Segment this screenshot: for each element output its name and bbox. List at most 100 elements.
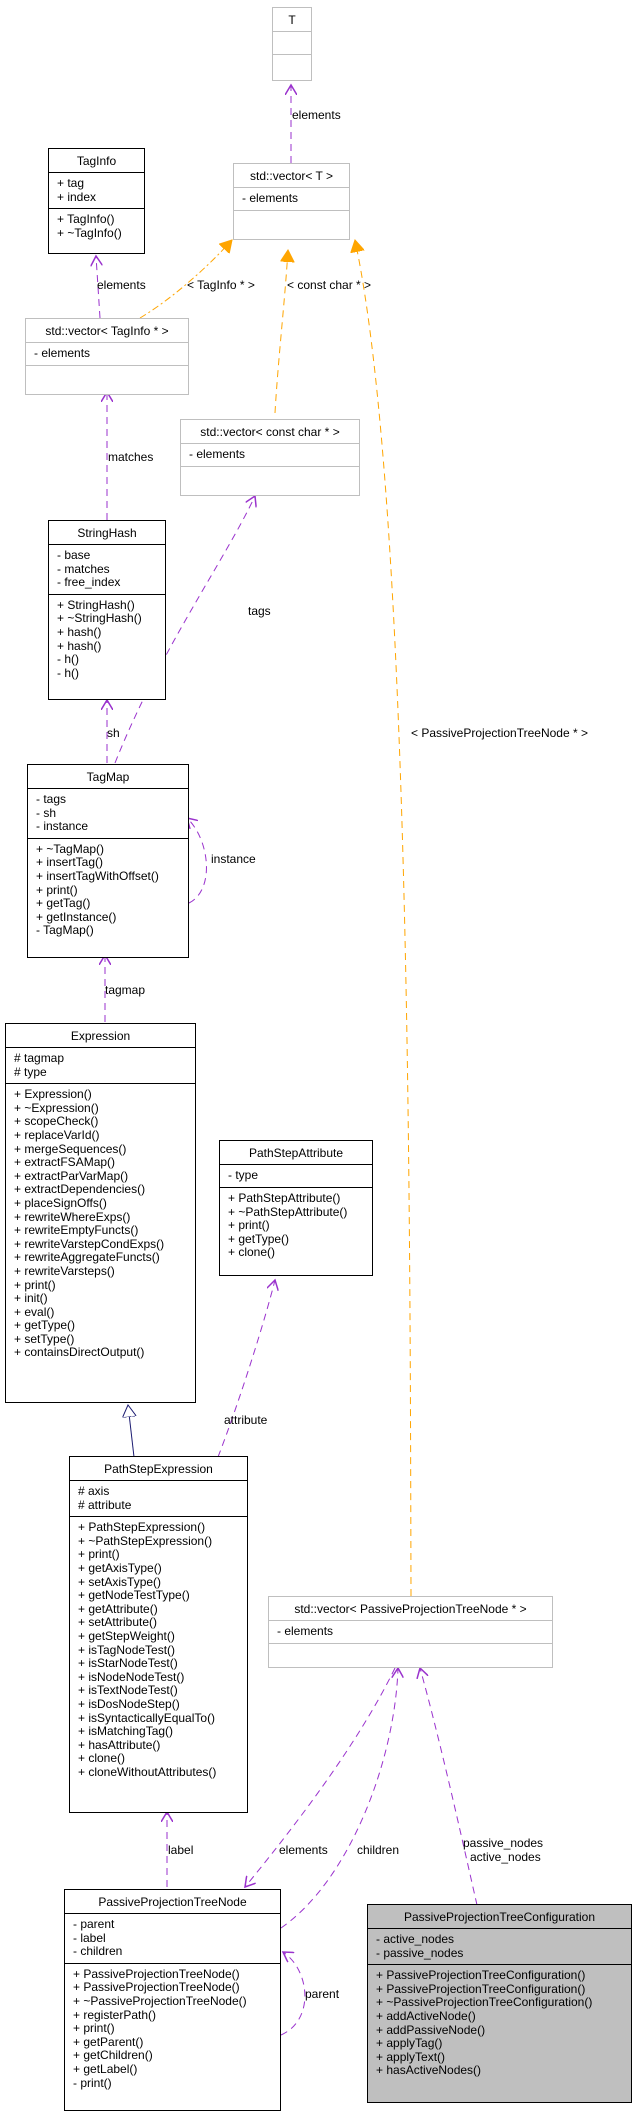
attribute: # tagmap	[14, 1051, 65, 1065]
class-PathStepExpression[interactable]: PathStepExpression # axis # attribute + …	[69, 1456, 248, 1813]
method: + print()	[36, 882, 78, 897]
edge-inherit-expression	[128, 1405, 134, 1458]
method: + getParent()	[73, 2034, 144, 2049]
attributes-section: # axis # attribute	[70, 1480, 247, 1516]
methods-section	[234, 210, 349, 235]
edge-pptn-parent	[280, 1952, 306, 2036]
method: + TagInfo()	[57, 212, 115, 227]
method: + eval()	[14, 1304, 55, 1319]
edge-pathstep-attribute	[217, 1280, 275, 1458]
class-T[interactable]: T	[272, 7, 312, 81]
attribute: - elements	[242, 191, 299, 205]
class-name: PathStepExpression	[104, 1462, 213, 1476]
attributes-section: - base - matches - free_index	[49, 544, 165, 594]
attributes-section: - active_nodes - passive_nodes	[368, 1928, 631, 1964]
class-PathStepAttribute[interactable]: PathStepAttribute - type + PathStepAttri…	[219, 1140, 373, 1276]
edge-template-pptn	[355, 240, 412, 1597]
methods-section: + TagInfo() + ~TagInfo()	[49, 208, 144, 244]
methods-section: + PathStepAttribute() + ~PathStepAttribu…	[220, 1187, 372, 1264]
method: + getTag()	[36, 896, 91, 911]
attribute: - type	[228, 1168, 259, 1182]
attribute: - elements	[34, 346, 91, 360]
class-vector-TagInfo[interactable]: std::vector< TagInfo * > - elements	[25, 318, 189, 395]
class-StringHash[interactable]: StringHash - base - matches - free_index…	[48, 520, 166, 700]
methods-section	[273, 54, 311, 77]
attribute: - elements	[277, 1624, 334, 1638]
edge-label-label: label	[168, 1843, 194, 1857]
method: + registerPath()	[73, 2007, 157, 2022]
method: + print()	[228, 1218, 270, 1233]
edge-label-elements: elements	[279, 1843, 328, 1857]
class-name: PassiveProjectionTreeConfiguration	[404, 1910, 595, 1924]
edge-label-parent: parent	[305, 1987, 340, 2001]
attributes-section: - elements	[181, 443, 359, 466]
method: + placeSignOffs()	[14, 1195, 107, 1210]
method: + isDosNodeStep()	[78, 1696, 180, 1711]
method: + getStepWeight()	[78, 1628, 175, 1643]
method: + print()	[14, 1277, 56, 1292]
class-name: std::vector< TagInfo * >	[45, 324, 169, 338]
edge-label-sh: sh	[107, 726, 120, 740]
method: + getChildren()	[73, 2048, 153, 2063]
attributes-section: - elements	[269, 1620, 552, 1643]
edge-label-T-elements: elements	[292, 108, 341, 122]
attribute: - sh	[36, 805, 57, 820]
method: + rewriteAggregateFuncts()	[14, 1250, 160, 1265]
method: + isTagNodeTest()	[78, 1642, 176, 1657]
attributes-section: + tag + index	[49, 172, 144, 208]
method: + StringHash()	[57, 597, 135, 612]
method: + setAttribute()	[78, 1615, 158, 1630]
method: + hash()	[57, 624, 102, 639]
methods-section: + StringHash() + ~StringHash() + hash() …	[49, 593, 165, 685]
class-TagMap[interactable]: TagMap - tags - sh - instance + ~TagMap(…	[27, 764, 189, 958]
method: + isSyntacticallyEqualTo()	[78, 1710, 216, 1725]
methods-section: + ~TagMap() + insertTag() + insertTagWit…	[28, 837, 188, 942]
method: + init()	[14, 1291, 48, 1306]
class-name: StringHash	[77, 526, 137, 540]
method: + rewriteVarstepCondExps()	[14, 1236, 165, 1251]
edge-tagmap-instance	[187, 818, 207, 904]
method: + getType()	[228, 1231, 290, 1246]
methods-section	[26, 365, 188, 390]
edge-label-tagmap: tagmap	[105, 983, 146, 997]
attribute: - passive_nodes	[376, 1945, 464, 1960]
method: + isTextNodeTest()	[78, 1683, 178, 1698]
class-vector-PPTN[interactable]: std::vector< PassiveProjectionTreeNode *…	[268, 1596, 553, 1668]
method: + extractParVarMap()	[14, 1168, 129, 1183]
class-vector-const-char[interactable]: std::vector< const char * > - elements	[180, 419, 360, 496]
edge-label-instance: instance	[211, 852, 256, 866]
method: + scopeCheck()	[14, 1114, 99, 1129]
attribute: - children	[73, 1944, 123, 1959]
methods-section: + PathStepExpression() + ~PathStepExpres…	[70, 1516, 247, 1783]
method: + extractFSAMap()	[14, 1155, 116, 1170]
method: + cloneWithoutAttributes()	[78, 1764, 217, 1779]
class-name: PathStepAttribute	[248, 1146, 344, 1160]
class-vector-T[interactable]: std::vector< T > - elements	[233, 163, 350, 240]
attribute: - free_index	[57, 575, 121, 590]
edge-label-template-pptn: < PassiveProjectionTreeNode * >	[411, 726, 588, 740]
attribute: # axis	[78, 1484, 110, 1498]
edge-label-passive-nodes: passive_nodes	[463, 1836, 544, 1850]
class-Expression[interactable]: Expression # tagmap # type + Expression(…	[5, 1023, 196, 1403]
method: + ~TagMap()	[36, 841, 105, 856]
method: + rewriteEmptyFuncts()	[14, 1223, 139, 1238]
method: + PathStepAttribute()	[228, 1191, 341, 1205]
method: + getType()	[14, 1318, 76, 1333]
class-PassiveProjectionTreeConfiguration[interactable]: PassiveProjectionTreeConfiguration - act…	[367, 1904, 632, 2103]
methods-section	[269, 1643, 552, 1666]
method: + rewriteVarsteps()	[14, 1263, 115, 1278]
class-TagInfo[interactable]: TagInfo + tag + index + TagInfo() + ~Tag…	[48, 148, 145, 254]
attribute: # type	[14, 1064, 47, 1079]
method: + ~StringHash()	[57, 611, 142, 626]
class-PassiveProjectionTreeNode[interactable]: PassiveProjectionTreeNode - parent - lab…	[64, 1889, 281, 2111]
method: + ~PassiveProjectionTreeNode()	[73, 1993, 247, 2008]
method: + PathStepExpression()	[78, 1520, 206, 1535]
class-name: std::vector< const char * >	[200, 425, 340, 439]
method: + applyTag()	[376, 2036, 443, 2051]
method: - h()	[57, 652, 79, 667]
methods-section: + Expression() + ~Expression() + scopeCh…	[6, 1083, 195, 1364]
edge-template-constchar	[274, 250, 288, 414]
method: + hash()	[57, 638, 102, 653]
methods-section: + PassiveProjectionTreeNode() + PassiveP…	[65, 1962, 280, 2094]
class-name: PassiveProjectionTreeNode	[98, 1895, 247, 1909]
